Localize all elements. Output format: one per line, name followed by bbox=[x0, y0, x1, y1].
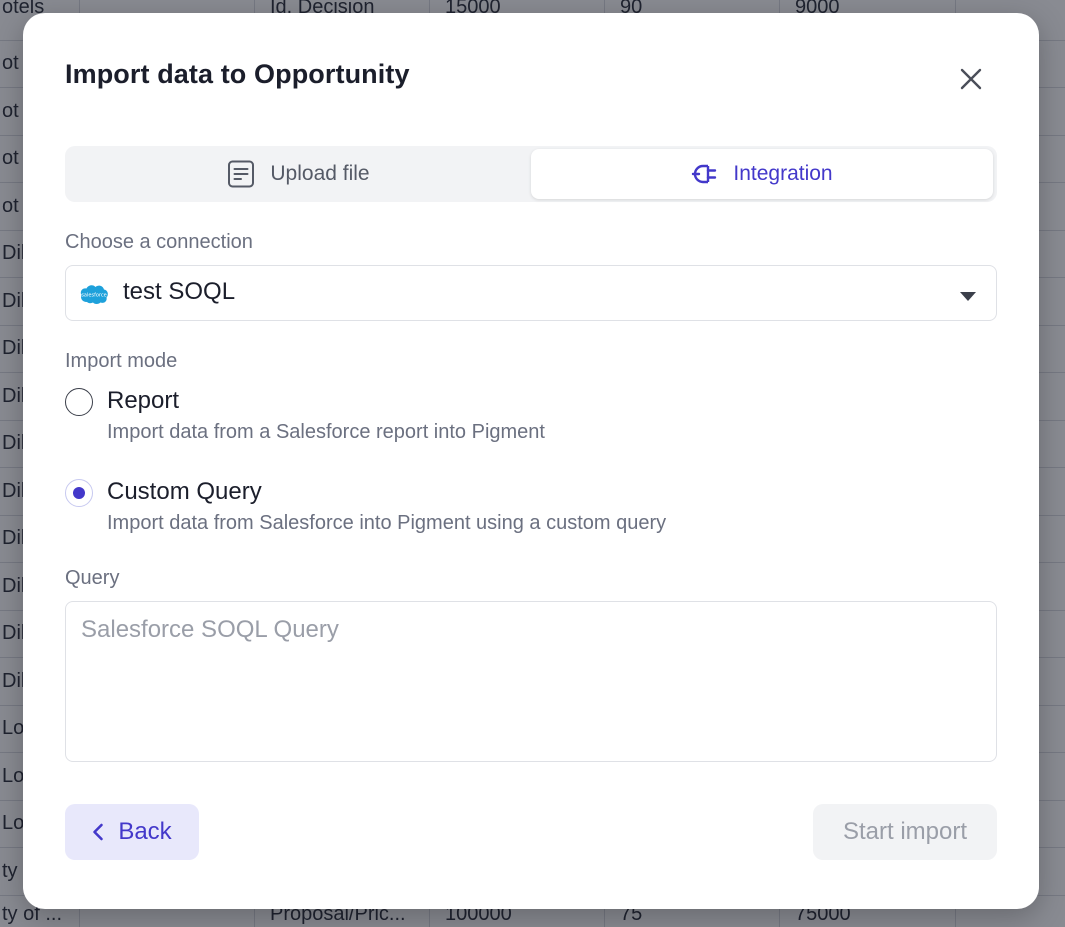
connection-select[interactable]: salesforce test SOQL bbox=[65, 265, 997, 321]
svg-text:salesforce: salesforce bbox=[81, 293, 106, 299]
tab-upload-file[interactable]: Upload file bbox=[68, 149, 528, 199]
close-icon bbox=[960, 68, 982, 90]
import-dialog: Import data to Opportunity Upload file I… bbox=[23, 13, 1039, 909]
tab-integration[interactable]: Integration bbox=[531, 149, 993, 199]
back-label: Back bbox=[118, 818, 172, 845]
query-textarea[interactable] bbox=[65, 601, 997, 762]
import-mode-label: Import mode bbox=[65, 350, 178, 372]
query-label: Query bbox=[65, 567, 120, 589]
connection-label: Choose a connection bbox=[65, 231, 253, 253]
tab-label: Integration bbox=[733, 162, 833, 185]
start-import-button[interactable]: Start import bbox=[813, 804, 997, 860]
start-import-label: Start import bbox=[842, 818, 968, 845]
import-source-tabs: Upload file Integration bbox=[65, 146, 997, 202]
tab-label: Upload file bbox=[270, 162, 370, 185]
salesforce-logo-icon: salesforce bbox=[79, 283, 109, 310]
caret-down-icon bbox=[960, 289, 976, 307]
dialog-title: Import data to Opportunity bbox=[65, 59, 410, 89]
selected-connection: test SOQL bbox=[123, 278, 236, 305]
radio-button-selected[interactable] bbox=[65, 479, 93, 507]
radio-title: Report bbox=[107, 387, 180, 414]
radio-description: Import data from a Salesforce report int… bbox=[107, 421, 545, 443]
radio-button[interactable] bbox=[65, 388, 93, 416]
back-button[interactable]: Back bbox=[65, 804, 199, 860]
document-icon bbox=[226, 159, 256, 189]
close-button[interactable] bbox=[955, 63, 987, 95]
radio-title: Custom Query bbox=[107, 478, 262, 505]
plug-icon bbox=[691, 161, 719, 187]
radio-description: Import data from Salesforce into Pigment… bbox=[107, 512, 667, 534]
chevron-left-icon bbox=[92, 823, 104, 841]
